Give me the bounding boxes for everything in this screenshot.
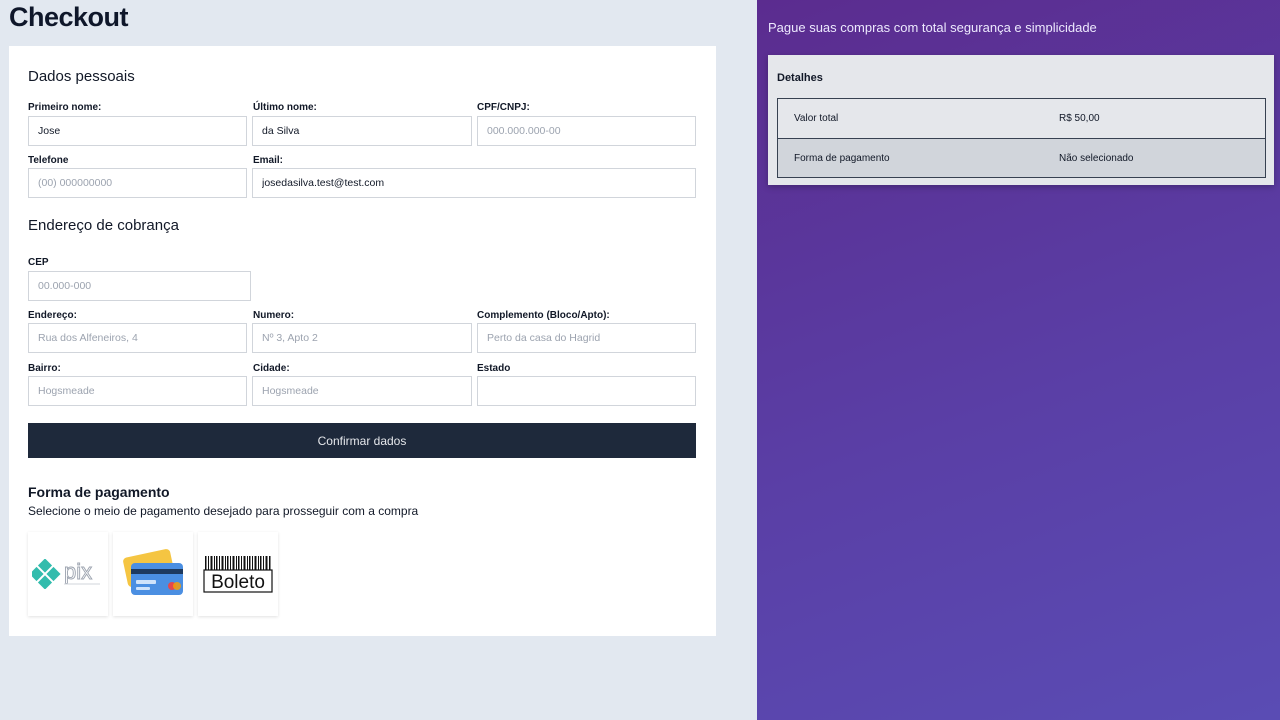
address-label: Endereço: [28,310,77,321]
order-summary-panel: Pague suas compras com total segurança e… [757,0,1280,720]
state-input[interactable] [477,376,696,406]
payment-option-pix[interactable]: pix [28,532,108,616]
complement-label: Complemento (Bloco/Apto): [477,310,610,321]
total-value: R$ 50,00 [1059,113,1100,124]
number-label: Numero: [253,310,295,321]
payment-method-label: Forma de pagamento [794,152,890,164]
pix-logo-icon: pix [32,559,100,589]
payment-option-card[interactable] [113,532,193,616]
security-tagline: Pague suas compras com total segurança e… [768,20,1097,35]
checkout-form-panel: Checkout Dados pessoais Primeiro nome: Ú… [0,0,757,720]
credit-card-icon [123,549,183,595]
first-name-label: Primeiro nome: [28,102,102,113]
last-name-label: Último nome: [253,102,317,113]
address-input[interactable] [28,323,247,353]
city-input[interactable] [252,376,472,406]
table-row: Valor total R$ 50,00 [778,99,1265,138]
district-label: Bairro: [28,363,61,374]
phone-input[interactable] [28,168,247,198]
phone-label: Telefone [28,155,69,166]
checkout-card: Dados pessoais Primeiro nome: Último nom… [9,46,716,636]
cep-label: CEP [28,257,49,268]
table-row: Forma de pagamento Não selecionado [778,138,1265,177]
payment-option-boleto[interactable]: Boleto [198,532,278,616]
district-input[interactable] [28,376,247,406]
number-input[interactable] [252,323,472,353]
barcode-icon: Boleto [203,556,273,593]
email-input[interactable] [252,168,696,198]
page-title: Checkout [9,2,129,32]
complement-input[interactable] [477,323,696,353]
payment-method-title: Forma de pagamento [28,484,170,500]
boleto-wordmark: Boleto [211,572,265,593]
city-label: Cidade: [253,363,290,374]
confirm-data-button[interactable]: Confirmar dados [28,423,696,458]
personal-data-title: Dados pessoais [28,68,135,85]
details-title: Detalhes [777,72,823,84]
email-label: Email: [253,155,284,166]
details-card: Detalhes Valor total R$ 50,00 Forma de p… [768,55,1274,185]
cep-input[interactable] [28,271,251,301]
state-label: Estado [477,363,511,374]
cpf-label: CPF/CNPJ: [477,102,530,113]
cpf-input[interactable] [477,116,696,146]
billing-address-title: Endereço de cobrança [28,217,179,234]
last-name-input[interactable] [252,116,472,146]
total-value-label: Valor total [794,113,839,124]
payment-method-value: Não selecionado [1059,152,1134,164]
payment-method-subtitle: Selecione o meio de pagamento desejado p… [28,504,419,518]
first-name-input[interactable] [28,116,247,146]
pix-wordmark: pix [64,559,92,584]
details-table: Valor total R$ 50,00 Forma de pagamento … [777,98,1266,178]
